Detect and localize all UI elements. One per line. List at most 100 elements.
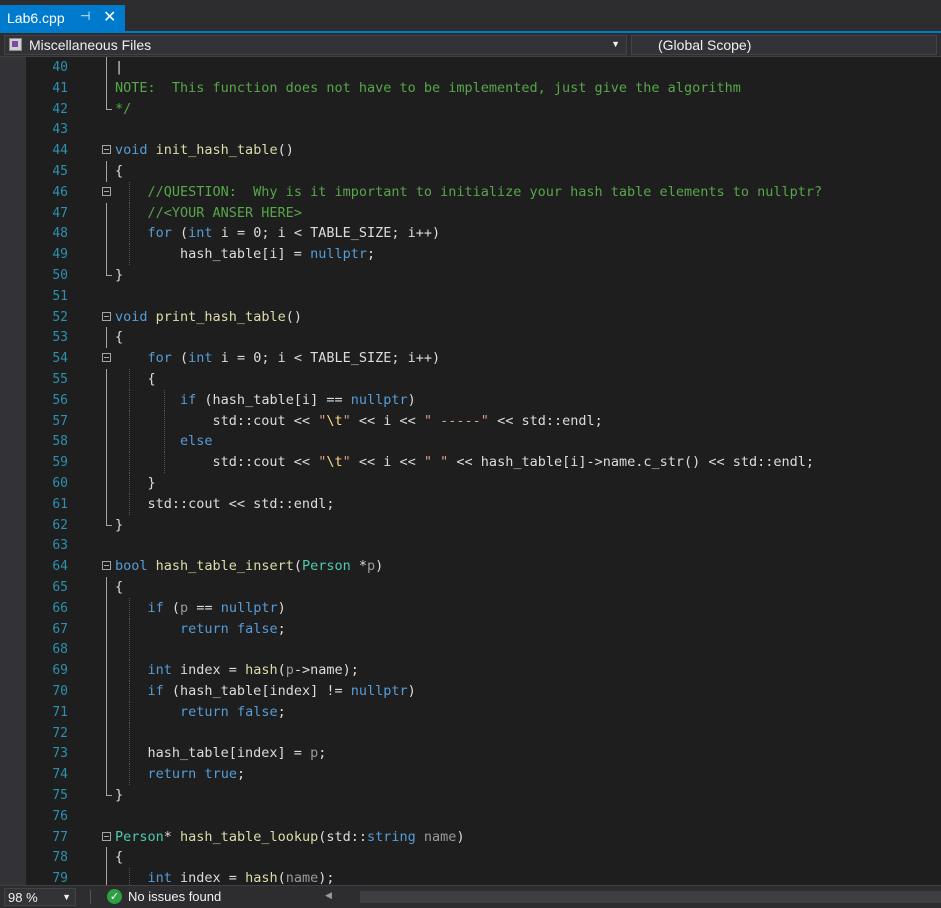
code-token: * (163, 828, 181, 845)
outline-line (106, 223, 107, 245)
code-line[interactable]: 63 (26, 535, 941, 556)
outline-margin (100, 868, 114, 885)
code-token: hash_table_insert (155, 558, 294, 575)
issues-status[interactable]: No issues found (128, 889, 221, 904)
code-line[interactable]: 48 for (int i = 0; i < TABLE_SIZE; i++) (26, 223, 941, 245)
code-text: { (115, 161, 123, 182)
collapse-icon[interactable] (102, 353, 111, 363)
tab-lab6-cpp[interactable]: Lab6.cpp ⊣ ✕ (0, 5, 125, 31)
code-line[interactable]: 66 if (p == nullptr) (26, 597, 941, 619)
outline-margin (100, 473, 114, 494)
code-line[interactable]: 60 } (26, 473, 941, 494)
code-line[interactable]: 42 */ (26, 98, 941, 120)
code-line[interactable]: 75} (26, 785, 941, 806)
code-line[interactable]: 62} (26, 514, 941, 536)
code-line[interactable]: 74 return true; (26, 764, 941, 786)
code-token: int (188, 350, 213, 367)
code-line[interactable]: 65 { (26, 577, 941, 598)
code-line[interactable]: 72 (26, 722, 941, 744)
code-token: { (115, 849, 124, 866)
outline-margin (100, 348, 114, 369)
line-number: 59 (52, 455, 68, 471)
code-line[interactable]: 52 void print_hash_table() (26, 307, 941, 328)
code-line[interactable]: 41 NOTE: This function does not have to b… (26, 77, 941, 99)
collapse-icon[interactable] (102, 186, 111, 196)
close-icon[interactable]: ✕ (103, 7, 116, 26)
scope-dropdown[interactable]: (Global Scope) (631, 35, 937, 55)
outline-end (106, 265, 112, 276)
code-line[interactable]: 78 { (26, 847, 941, 869)
line-number: 40 (52, 60, 68, 75)
code-line[interactable]: 56 if (hash_table[i] == nullptr) (26, 389, 941, 411)
code-editor[interactable]: 40 | 41 NOTE: This function does not have t… (26, 57, 941, 885)
code-text: } (115, 515, 123, 536)
code-line[interactable]: 73 hash_table[index] = p; (26, 743, 941, 765)
code-line[interactable]: 53 { (26, 327, 941, 349)
code-text: } (115, 265, 123, 286)
code-token: hash (245, 662, 278, 679)
outline-margin (100, 535, 114, 556)
collapse-icon[interactable] (102, 311, 111, 321)
code-line[interactable]: 69 int index = hash(p->name); (26, 660, 941, 682)
line-number: 47 (52, 205, 68, 221)
code-line[interactable]: 47 //<YOUR ANSER HERE> (26, 202, 941, 224)
outline-line (106, 389, 107, 411)
collapse-icon[interactable] (102, 831, 111, 841)
code-token: " (342, 454, 351, 471)
code-line[interactable]: 44 void init_hash_table() (26, 140, 941, 161)
code-line[interactable]: 55 { (26, 369, 941, 390)
code-line[interactable]: 59 std::cout << "\t" << i << " " << hash… (26, 452, 941, 474)
line-number: 54 (52, 351, 68, 367)
code-line[interactable]: 49 hash_table[i] = nullptr; (26, 244, 941, 266)
code-token: { (115, 329, 124, 346)
code-line[interactable]: 51 (26, 286, 941, 307)
code-line[interactable]: 71 return false; (26, 701, 941, 723)
code-line[interactable]: 46 //QUESTION: Why is it important to in… (26, 181, 941, 203)
code-token: NOTE: This function does not have to be … (115, 79, 741, 96)
scroll-left-icon[interactable]: ◀ (325, 890, 332, 901)
line-number: 53 (52, 330, 68, 346)
scope-label: (Global Scope) (658, 37, 752, 53)
code-line[interactable]: 57 std::cout << "\t" << i << " -----" <<… (26, 410, 941, 432)
code-line[interactable]: 54 for (int i = 0; i < TABLE_SIZE; i++) (26, 348, 941, 369)
code-line[interactable]: 76 (26, 806, 941, 827)
code-token: ) (277, 599, 286, 616)
line-number: 57 (52, 413, 68, 429)
code-line[interactable]: 40 | (26, 57, 941, 78)
collapse-icon[interactable] (102, 561, 111, 571)
code-line[interactable]: 43 (26, 119, 941, 140)
collapse-icon[interactable] (102, 145, 111, 155)
outline-margin (100, 701, 114, 723)
outline-line (106, 722, 107, 744)
horizontal-scrollbar[interactable] (360, 891, 941, 903)
project-dropdown[interactable]: Miscellaneous Files ▼ (4, 35, 627, 55)
code-token: void (115, 308, 148, 325)
code-text: std::cout << std::endl; (115, 494, 335, 515)
line-number: 78 (52, 850, 68, 866)
code-line[interactable]: 45 { (26, 161, 941, 182)
outline-line (106, 701, 107, 723)
outline-margin (100, 847, 114, 869)
code-token: p (310, 745, 319, 762)
code-line[interactable]: 79 int index = hash(name); (26, 868, 941, 885)
code-token: index = (171, 870, 246, 885)
code-line[interactable]: 50} (26, 265, 941, 286)
code-line[interactable]: 67 return false; (26, 618, 941, 640)
code-line[interactable]: 77 Person* hash_table_lookup(std::string … (26, 827, 941, 848)
code-line[interactable]: 58 else (26, 431, 941, 453)
code-line[interactable]: 68 (26, 639, 941, 661)
zoom-dropdown[interactable]: 98 % ▼ (4, 888, 76, 906)
code-line[interactable]: 61 std::cout << std::endl; (26, 493, 941, 515)
code-line[interactable]: 70 if (hash_table[index] != nullptr) (26, 681, 941, 702)
outline-line (106, 410, 107, 432)
pin-icon[interactable]: ⊣ (80, 9, 90, 23)
code-line[interactable]: 64 bool hash_table_insert(Person *p) (26, 556, 941, 577)
code-text: | (115, 57, 123, 78)
line-number: 49 (52, 247, 68, 263)
code-token: std::cout << std::endl; (115, 495, 335, 512)
